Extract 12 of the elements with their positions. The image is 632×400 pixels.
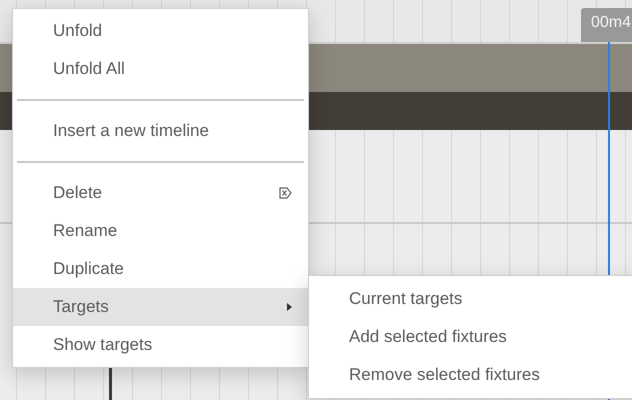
menu-item[interactable]: Insert a new timeline	[13, 112, 308, 150]
menu-item[interactable]: Targets	[13, 288, 308, 326]
menu-item[interactable]: Unfold	[13, 12, 308, 50]
menu-item[interactable]: Show targets	[13, 326, 308, 364]
time-label: 00m4	[581, 8, 632, 42]
menu-item[interactable]: Remove selected fixtures	[309, 356, 632, 394]
menu-item[interactable]: Current targets	[309, 280, 632, 318]
menu-item[interactable]: Delete	[13, 174, 308, 212]
menu-item[interactable]: Duplicate	[13, 250, 308, 288]
menu-item[interactable]: Unfold All	[13, 50, 308, 88]
menu-item[interactable]: Add selected fixtures	[309, 318, 632, 356]
menu-item[interactable]: Rename	[13, 212, 308, 250]
